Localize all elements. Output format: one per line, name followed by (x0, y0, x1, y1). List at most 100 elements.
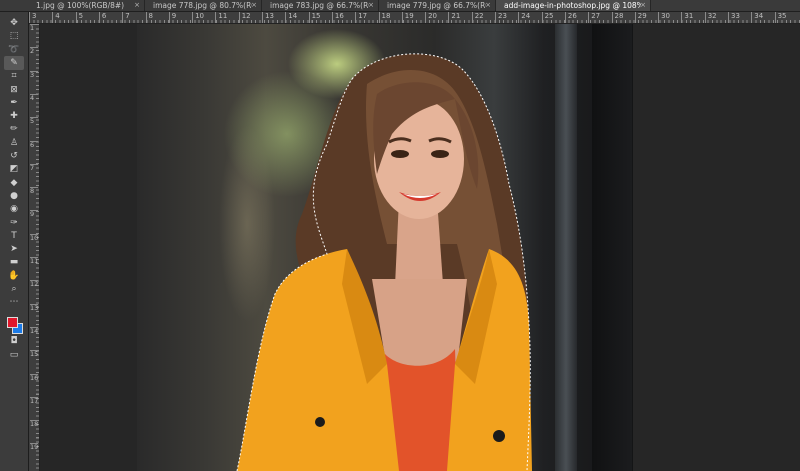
document-tab[interactable]: image 778.jpg @ 80.7%(RGB/8#) *× (145, 0, 262, 11)
healing-brush-tool[interactable]: ✚ (4, 109, 24, 123)
quick-mask-button[interactable]: ◘ (4, 334, 24, 348)
marquee-tool[interactable]: ⬚ (4, 29, 24, 43)
eyedropper-tool[interactable]: ✒ (4, 96, 24, 110)
rectangle-tool[interactable]: ▬ (4, 255, 24, 269)
ruler-tick-label: 11 (215, 12, 227, 23)
close-tab-icon[interactable]: × (485, 0, 491, 11)
zoom-tool[interactable]: ⌕ (4, 282, 24, 296)
path-selection-icon: ➤ (10, 244, 18, 255)
quick-mask-icon: ◘ (10, 336, 18, 346)
ruler-tick-label: 23 (495, 12, 507, 23)
path-selection-tool[interactable]: ➤ (4, 242, 24, 256)
horizontal-ruler[interactable]: 3 4 5 6 7 8 9 10 11 12 13 14 15 16 17 18 19 20 21 22 23 24 25 2… (29, 12, 800, 24)
close-tab-icon[interactable]: × (251, 0, 257, 11)
move-tool[interactable]: ✥ (4, 16, 24, 30)
clone-stamp-tool[interactable]: ♙ (4, 136, 24, 150)
type-tool[interactable]: T (4, 229, 24, 243)
ruler-tick-label: 28 (611, 12, 623, 23)
close-tab-icon[interactable]: × (134, 0, 140, 11)
healing-brush-icon: ✚ (10, 111, 18, 122)
ruler-tick-label: 3 (30, 70, 38, 79)
blur-tool[interactable]: ● (4, 189, 24, 203)
ruler-tick-label: 29 (634, 12, 647, 23)
close-tab-icon[interactable]: × (640, 0, 646, 11)
hand-tool[interactable]: ✋ (4, 269, 24, 283)
canvas-area[interactable] (40, 24, 800, 471)
ruler-tick-label: 2 (30, 47, 38, 55)
pen-icon: ✑ (10, 217, 18, 228)
eraser-tool[interactable]: ◩ (4, 162, 24, 176)
zoom-icon: ⌕ (11, 284, 17, 294)
screen-mode-button[interactable]: ▭ (4, 348, 24, 362)
ruler-tick-label: 4 (52, 12, 60, 23)
document-tab-label: add-image-in-photoshop.jpg @ 108%(RGB/8#… (504, 1, 641, 10)
quick-selection-icon: ✎ (10, 57, 18, 68)
more-tools-icon: ⋯ (9, 297, 19, 308)
ruler-tick-label: 14 (30, 326, 39, 335)
paint-bucket-tool[interactable]: ◆ (4, 176, 24, 190)
lasso-tool[interactable]: ➰ (4, 43, 24, 57)
ruler-tick-label: 30 (658, 12, 670, 23)
screen-mode-icon: ▭ (9, 350, 19, 360)
type-icon: T (11, 230, 17, 241)
move-icon: ✥ (10, 18, 18, 28)
ruler-tick-label: 22 (471, 12, 484, 23)
clone-stamp-icon: ♙ (9, 137, 19, 148)
ruler-tick-label: 35 (774, 12, 787, 23)
ruler-tick-label: 33 (728, 12, 740, 23)
document-tab[interactable]: image 779.jpg @ 66.7%(RGB/8#) *× (379, 0, 496, 11)
ruler-tick-label: 10 (30, 233, 39, 242)
brush-tool[interactable]: ✏ (4, 122, 24, 136)
ruler-tick-label: 8 (30, 187, 38, 195)
ruler-tick-label: 13 (262, 12, 274, 23)
ruler-tick-label: 9 (168, 12, 176, 23)
ruler-tick-label: 6 (30, 140, 38, 149)
ruler-tick-label: 34 (751, 12, 763, 23)
document-tab[interactable]: add-image-in-photoshop.jpg @ 108%(RGB/8#… (496, 0, 651, 11)
frame-tool[interactable]: ⊠ (4, 83, 24, 97)
document-tab[interactable]: 1.jpg @ 100%(RGB/8#) × (28, 0, 145, 11)
ruler-tick-label: 16 (30, 373, 39, 382)
ruler-tick-label: 27 (588, 12, 600, 23)
close-tab-icon[interactable]: × (368, 0, 374, 11)
marquee-icon: ⬚ (9, 31, 19, 42)
crop-icon: ⌗ (11, 71, 17, 82)
document-tab-label: image 783.jpg @ 66.7%(RGB/8#) * (270, 1, 369, 10)
vertical-ruler[interactable]: 1 2 3 4 5 6 7 8 9 10 11 12 13 14 15 16 17 18 19 (29, 24, 40, 471)
ruler-tick-label: 12 (238, 12, 251, 23)
ruler-tick-label: 19 (30, 443, 39, 452)
document-image[interactable] (137, 24, 633, 471)
ruler-tick-label: 20 (425, 12, 437, 23)
tools-panel: ✥ ⬚ ➰ ✎ ⌗ ⊠ ✒ ✚ ✏ ♙ ↺ ◩ ◆ ● ◉ ✑ T ➤ ▬ ✋ ⌕ ⋯ ◘ ▭ (0, 12, 29, 471)
ruler-tick-label: 10 (192, 12, 204, 23)
paint-bucket-icon: ◆ (10, 177, 18, 188)
ruler-tick-label: 18 (30, 420, 39, 429)
dodge-tool[interactable]: ◉ (4, 202, 24, 216)
blur-icon: ● (10, 190, 18, 201)
ruler-tick-label: 19 (401, 12, 414, 23)
ruler-tick-label: 6 (98, 12, 106, 23)
quick-selection-tool[interactable]: ✎ (4, 55, 24, 70)
history-brush-icon: ↺ (10, 151, 18, 161)
ruler-tick-label: 1 (30, 24, 38, 32)
ruler-tick-label: 21 (448, 12, 460, 23)
ruler-tick-label: 17 (355, 12, 367, 23)
ruler-tick-label: 8 (145, 12, 153, 23)
ruler-tick-label: 16 (331, 12, 344, 23)
edit-toolbar[interactable]: ⋯ (4, 295, 24, 309)
crop-tool[interactable]: ⌗ (4, 69, 24, 83)
ruler-tick-label: 15 (308, 12, 321, 23)
document-tab-label: image 779.jpg @ 66.7%(RGB/8#) * (387, 1, 486, 10)
ruler-tick-label: 3 (29, 12, 36, 23)
foreground-color-swatch[interactable] (7, 317, 18, 328)
ruler-tick-label: 13 (30, 303, 39, 312)
eraser-icon: ◩ (9, 164, 19, 175)
ruler-tick-label: 17 (30, 396, 39, 405)
eyedropper-icon: ✒ (10, 97, 18, 108)
pen-tool[interactable]: ✑ (4, 216, 24, 230)
ruler-tick-label: 25 (541, 12, 554, 23)
document-tab[interactable]: image 783.jpg @ 66.7%(RGB/8#) *× (262, 0, 379, 11)
brush-icon: ✏ (10, 124, 18, 135)
ruler-tick-label: 7 (30, 163, 38, 172)
history-brush-tool[interactable]: ↺ (4, 149, 24, 163)
